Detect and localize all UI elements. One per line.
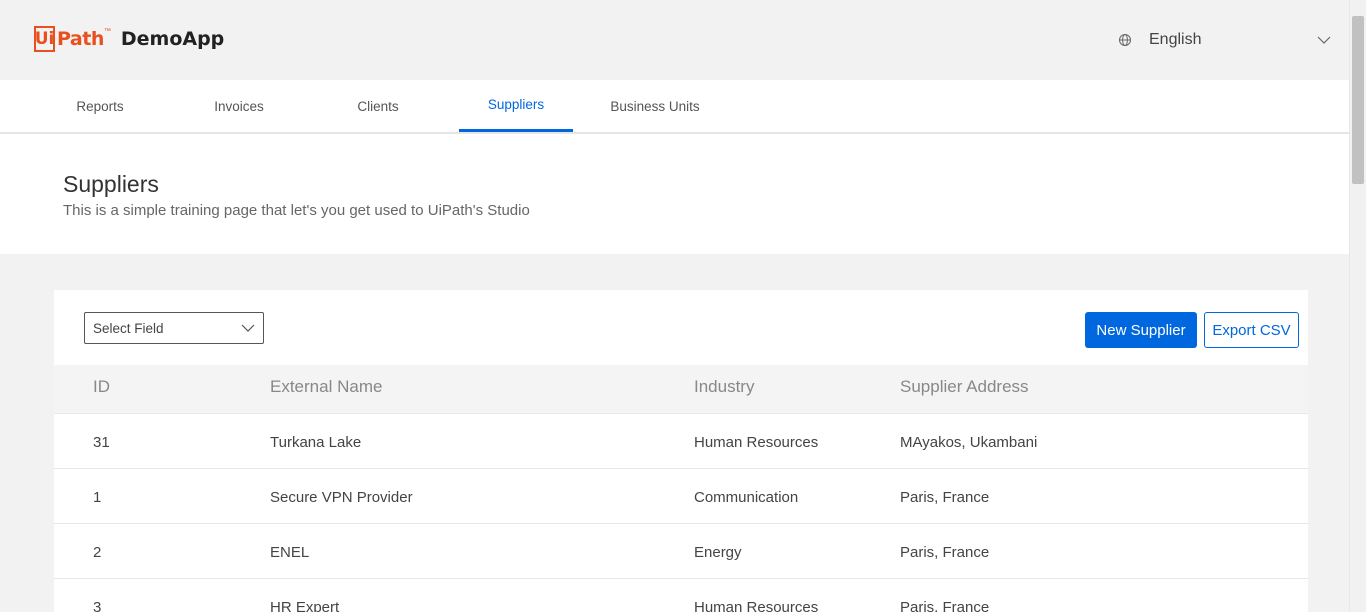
logo-path-text: Path (57, 28, 104, 50)
tab-clients[interactable]: Clients (321, 80, 435, 132)
chevron-down-icon (241, 324, 255, 332)
suppliers-table: ID External Name Industry Supplier Addre… (54, 365, 1308, 612)
page-content: Ui Path ™ DemoApp English Reports Invoic… (0, 0, 1349, 612)
cell-external-name: Turkana Lake (270, 434, 362, 451)
language-selector[interactable]: English (1118, 28, 1333, 52)
column-header-industry[interactable]: Industry (694, 377, 754, 397)
browser-viewport: Ui Path ™ DemoApp English Reports Invoic… (0, 0, 1366, 612)
cell-industry: Energy (694, 544, 742, 561)
table-row[interactable]: 3 HR Expert Human Resources Paris, Franc… (54, 579, 1308, 612)
globe-icon (1119, 34, 1131, 46)
table-header: ID External Name Industry Supplier Addre… (54, 365, 1308, 414)
cell-supplier-address: MAyakos, Ukambani (900, 434, 1038, 451)
cell-supplier-address: Paris, France (900, 599, 990, 612)
cell-industry: Human Resources (694, 599, 819, 612)
select-field-dropdown[interactable]: Select Field (84, 312, 264, 344)
suppliers-card: Select Field New Supplier Export CSV ID … (54, 290, 1308, 612)
cell-id: 2 (93, 544, 102, 561)
cell-external-name: ENEL (270, 544, 310, 561)
top-header: Ui Path ™ DemoApp English (0, 0, 1349, 80)
scrollbar-thumb[interactable] (1352, 16, 1364, 184)
tab-invoices[interactable]: Invoices (182, 80, 296, 132)
cell-external-name: Secure VPN Provider (270, 489, 413, 506)
logo-ui-mark: Ui (34, 26, 55, 52)
select-field-placeholder: Select Field (93, 320, 164, 336)
cell-supplier-address: Paris, France (900, 544, 990, 561)
cell-external-name: HR Expert (270, 599, 340, 612)
cell-industry: Human Resources (694, 434, 819, 451)
cell-id: 3 (93, 599, 102, 612)
new-supplier-button[interactable]: New Supplier (1085, 312, 1197, 348)
cell-industry: Communication (694, 489, 799, 506)
column-header-supplier-address[interactable]: Supplier Address (900, 377, 1029, 397)
app-name: DemoApp (120, 28, 225, 50)
cell-id: 31 (93, 434, 110, 451)
cell-id: 1 (93, 489, 102, 506)
export-csv-button[interactable]: Export CSV (1204, 312, 1299, 348)
language-label: English (1149, 31, 1202, 48)
tab-business-units[interactable]: Business Units (598, 80, 712, 132)
table-row[interactable]: 1 Secure VPN Provider Communication Pari… (54, 469, 1308, 524)
column-header-id[interactable]: ID (93, 377, 110, 397)
main-nav: Reports Invoices Clients Suppliers Busin… (0, 80, 1349, 134)
cell-supplier-address: Paris, France (900, 489, 990, 506)
page-title: Suppliers (63, 171, 159, 197)
table-row[interactable]: 2 ENEL Energy Paris, France (54, 524, 1308, 579)
vertical-scrollbar[interactable] (1349, 0, 1366, 612)
page-subtitle: This is a simple training page that let'… (63, 202, 530, 219)
brand-logo[interactable]: Ui Path ™ DemoApp (34, 26, 224, 52)
tab-suppliers[interactable]: Suppliers (459, 80, 573, 132)
chevron-down-icon (1317, 36, 1331, 44)
tab-reports[interactable]: Reports (43, 80, 157, 132)
column-header-external-name[interactable]: External Name (270, 377, 382, 397)
table-row[interactable]: 31 Turkana Lake Human Resources MAyakos,… (54, 414, 1308, 469)
logo-trademark: ™ (103, 28, 111, 35)
page-header: Suppliers This is a simple training page… (0, 134, 1349, 254)
